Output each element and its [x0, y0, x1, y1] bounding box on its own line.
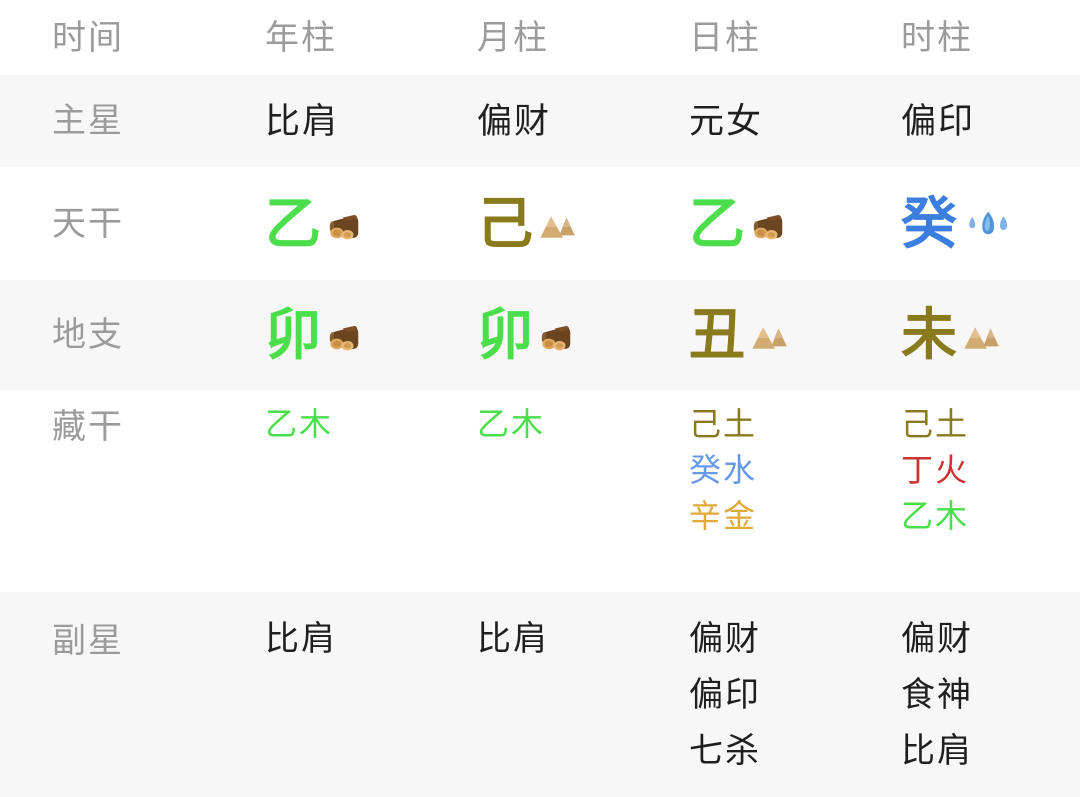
wood-log-icon: [749, 202, 787, 246]
main-star-hour: 偏印: [901, 101, 976, 141]
heavenly-stem-hour: 癸: [868, 191, 1080, 255]
row-label-hidden-stems: 藏干: [52, 408, 124, 446]
hidden-stem-list: 己土 癸水 辛金: [689, 390, 868, 532]
main-star-year: 比肩: [264, 101, 339, 141]
hidden-stem-item: 癸水: [688, 452, 757, 488]
row-earthly-branch: 地支 卯 卯 丑 未: [0, 280, 1080, 390]
hidden-stems-hour: 己土 丁火 乙木: [868, 390, 1080, 532]
row-label-earthly-branch: 地支: [52, 316, 124, 354]
heavenly-stem-month: 己: [444, 191, 656, 255]
heavenly-stem-year: 乙: [232, 191, 444, 255]
hidden-stem-item: 己土: [688, 406, 757, 442]
hidden-stem-list: 乙木: [265, 390, 444, 440]
header-label-year-pillar: 年柱: [264, 18, 337, 57]
wood-log-icon: [325, 313, 363, 357]
mountain-icon: [749, 313, 789, 357]
earthly-branch-day: 丑: [656, 307, 868, 363]
main-star-month: 偏财: [476, 101, 551, 141]
sub-star-item: 比肩: [476, 620, 549, 658]
branch-char-year: 卯: [264, 303, 321, 366]
header-label-day-pillar: 日柱: [688, 18, 761, 57]
sub-star-item: 偏财: [901, 620, 973, 658]
header-label-time: 时间: [52, 18, 124, 57]
stem-char-year: 乙: [264, 191, 321, 255]
hidden-stem-item: 乙木: [901, 498, 970, 534]
stem-char-month: 己: [476, 191, 533, 255]
row-heavenly-stem: 天干 乙 己 乙 癸: [0, 167, 1080, 280]
header-label-month-pillar: 月柱: [476, 18, 549, 57]
table-header-row: 时间 年柱 月柱 日柱 时柱: [0, 0, 1080, 75]
sub-star-list: 比肩: [265, 592, 444, 656]
sub-star-month: 比肩: [444, 592, 656, 656]
row-label-heavenly-stem: 天干: [52, 204, 124, 243]
wood-log-icon: [325, 202, 363, 246]
sub-star-item: 比肩: [264, 620, 337, 658]
earthly-branch-year: 卯: [232, 307, 444, 363]
sub-star-item: 七杀: [688, 732, 761, 770]
hidden-stems-month: 乙木: [444, 390, 656, 440]
header-cell-day-pillar: 日柱: [656, 21, 868, 55]
hidden-stems-year: 乙木: [232, 390, 444, 440]
sub-star-item: 食神: [901, 676, 973, 714]
sub-star-item: 比肩: [901, 732, 973, 770]
wood-log-icon: [537, 313, 575, 357]
hidden-stem-item: 辛金: [688, 498, 757, 534]
hidden-stem-list: 己土 丁火 乙木: [901, 390, 1080, 532]
row-main-star: 主星 比肩 偏财 元女 偏印: [0, 75, 1080, 167]
hidden-stems-day: 己土 癸水 辛金: [656, 390, 868, 532]
heavenly-stem-day: 乙: [656, 191, 868, 255]
hidden-stem-item: 己土: [901, 406, 970, 442]
header-cell-month-pillar: 月柱: [444, 21, 656, 55]
header-cell-hour-pillar: 时柱: [868, 21, 1080, 55]
hidden-stem-item: 乙木: [264, 406, 333, 442]
earthly-branch-hour: 未: [868, 307, 1080, 363]
stem-char-day: 乙: [688, 191, 745, 255]
sub-star-list: 偏财 食神 比肩: [901, 592, 1080, 768]
header-label-hour-pillar: 时柱: [901, 18, 973, 57]
sub-star-day: 偏财 偏印 七杀: [656, 592, 868, 768]
earthly-branch-month: 卯: [444, 307, 656, 363]
row-hidden-stems: 藏干 乙木 乙木 己土 癸水 辛金 己土 丁火 乙木: [0, 390, 1080, 592]
mountain-icon: [961, 313, 1001, 357]
hidden-stem-item: 丁火: [901, 452, 970, 488]
hidden-stem-list: 乙木: [477, 390, 656, 440]
sub-star-list: 比肩: [477, 592, 656, 656]
branch-char-month: 卯: [476, 303, 533, 366]
sub-star-hour: 偏财 食神 比肩: [868, 592, 1080, 768]
sub-star-item: 偏财: [688, 620, 761, 658]
sub-star-item: 偏印: [688, 676, 761, 714]
stem-char-hour: 癸: [901, 191, 957, 255]
main-star-day: 元女: [688, 101, 763, 141]
mountain-icon: [537, 202, 577, 246]
header-cell-time: 时间: [0, 21, 232, 55]
sub-star-list: 偏财 偏印 七杀: [689, 592, 868, 768]
header-cell-year-pillar: 年柱: [232, 21, 444, 55]
row-label-sub-star: 副星: [52, 622, 124, 660]
bazi-four-pillars-table: 时间 年柱 月柱 日柱 时柱 主星 比肩 偏财 元女 偏印 天干 乙 己 乙 癸…: [0, 0, 1080, 797]
branch-char-day: 丑: [688, 303, 745, 366]
row-label-main-star: 主星: [52, 102, 124, 140]
water-drop-icon: [961, 202, 1013, 246]
row-sub-star: 副星 比肩 比肩 偏财 偏印 七杀 偏财 食神 比肩: [0, 592, 1080, 797]
hidden-stem-item: 乙木: [476, 406, 545, 442]
sub-star-year: 比肩: [232, 592, 444, 656]
branch-char-hour: 未: [901, 303, 957, 366]
